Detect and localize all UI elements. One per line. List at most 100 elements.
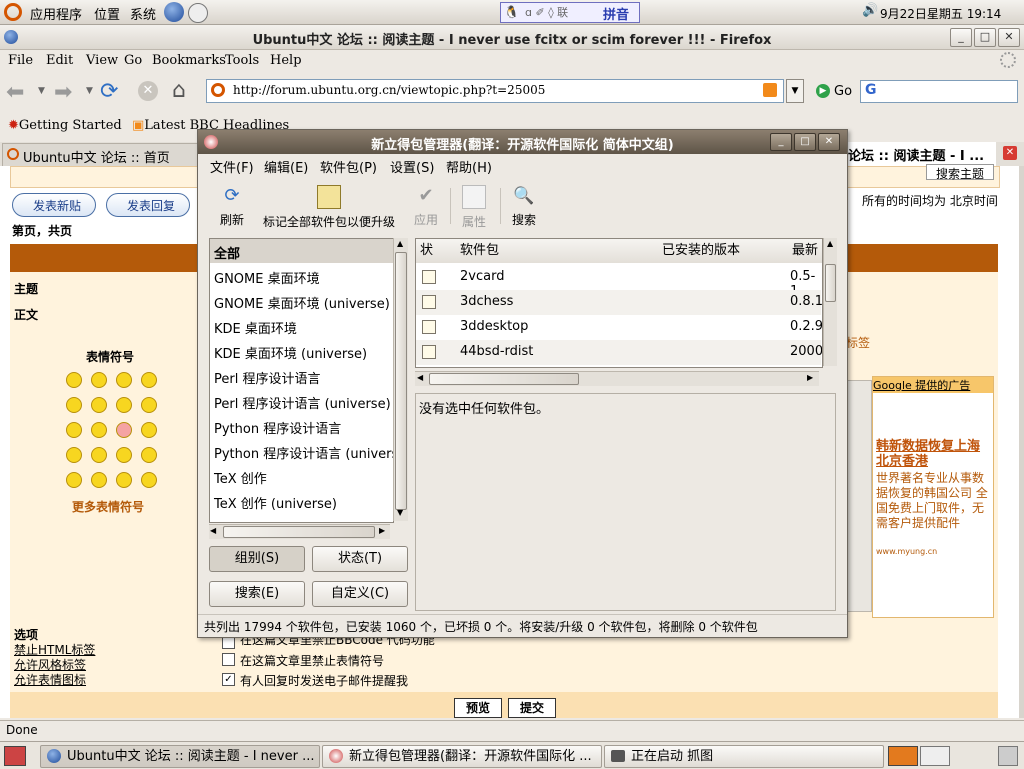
custom-filter-button[interactable]: 自定义(C) — [312, 581, 408, 607]
synaptic-menu-file[interactable]: 文件(F) — [210, 157, 254, 176]
back-arrow-icon[interactable]: ⬅ — [6, 80, 24, 105]
back-dropdown-icon[interactable]: ▼ — [38, 86, 45, 96]
screenshot-launcher-icon[interactable] — [188, 3, 208, 23]
menu-tools[interactable]: Tools — [225, 53, 259, 68]
properties-button[interactable]: 属性 — [454, 185, 494, 230]
clock[interactable]: 9月22日星期五 19:14 — [880, 5, 1001, 22]
smile-icon[interactable] — [91, 397, 107, 413]
package-row[interactable]: 2vcard 0.5-1 — [416, 265, 821, 299]
package-row[interactable]: 3dchess 0.8.1- — [416, 290, 822, 315]
task-screenshot[interactable]: 正在启动 抓图 — [604, 745, 884, 768]
smile-icon[interactable] — [141, 422, 157, 438]
category-item[interactable]: TeX 创作 — [214, 468, 267, 487]
menu-file[interactable]: File — [8, 53, 33, 68]
close-tab-icon[interactable]: ✕ — [1003, 146, 1017, 160]
search-topic-button[interactable]: 搜索主题 — [926, 164, 994, 181]
ad-url[interactable]: www.myung.cn — [876, 547, 937, 556]
search-box[interactable]: G — [860, 80, 1018, 103]
bookmark-getting-started[interactable]: ✹Getting Started — [8, 118, 122, 133]
column-installed-header[interactable]: 已安装的版本 — [658, 239, 789, 263]
scroll-up-arrow-icon[interactable]: ▲ — [827, 239, 833, 248]
package-row[interactable]: 44bsd-rdist 20001 — [416, 340, 822, 365]
ubuntu-logo-icon[interactable] — [4, 3, 22, 21]
ad-header[interactable]: Google 提供的广告 — [873, 377, 993, 393]
mark-all-upgrades-button[interactable]: 标记全部软件包以便升级 — [254, 185, 404, 230]
smile-icon[interactable] — [116, 447, 132, 463]
go-button[interactable]: Go — [834, 84, 852, 99]
column-package-header[interactable]: 软件包 — [456, 239, 659, 263]
smile-icon[interactable] — [66, 472, 82, 488]
scroll-down-arrow-icon[interactable]: ▼ — [397, 508, 403, 517]
package-status-icon[interactable] — [422, 320, 436, 334]
package-row[interactable]: 3ddesktop 0.2.9 — [416, 315, 822, 340]
new-topic-button[interactable]: 发表新贴 — [12, 193, 96, 217]
menu-view[interactable]: View — [86, 53, 118, 68]
synaptic-maximize-button[interactable]: □ — [794, 133, 816, 151]
submit-button[interactable]: 提交 — [508, 698, 556, 718]
close-button[interactable]: ✕ — [998, 28, 1020, 47]
scroll-left-arrow-icon[interactable]: ◀ — [417, 373, 423, 382]
volume-icon[interactable]: 🔊 — [862, 3, 878, 18]
synaptic-menu-edit[interactable]: 编辑(E) — [264, 157, 308, 176]
minimize-button[interactable]: _ — [950, 28, 972, 47]
category-item[interactable]: GNOME 桌面环境 (universe) — [214, 293, 390, 312]
reload-icon[interactable]: ⟳ — [100, 79, 118, 104]
smile-icon[interactable] — [141, 397, 157, 413]
option-smilies[interactable]: 允许表情图标 — [14, 671, 86, 688]
firefox-launcher-icon[interactable] — [164, 2, 184, 22]
reply-button[interactable]: 发表回复 — [106, 193, 190, 217]
workspace-switcher-2[interactable] — [920, 746, 950, 766]
smile-icon[interactable] — [91, 447, 107, 463]
column-status-header[interactable]: 状 — [416, 239, 457, 263]
package-status-icon[interactable] — [422, 270, 436, 284]
category-item[interactable]: Python 程序设计语言 — [214, 418, 341, 437]
ime-indicator[interactable]: 🐧 ɑ ✐ ◊ 联 拼音 — [500, 2, 640, 23]
synaptic-menu-help[interactable]: 帮助(H) — [446, 157, 492, 176]
smile-icon[interactable] — [91, 372, 107, 388]
go-arrow-icon[interactable]: ▶ — [816, 84, 830, 98]
search-results-button[interactable]: 搜索(E) — [209, 581, 305, 607]
smile-icon[interactable] — [116, 397, 132, 413]
synaptic-menu-settings[interactable]: 设置(S) — [390, 157, 434, 176]
stop-icon[interactable]: ✕ — [138, 81, 158, 101]
category-item[interactable]: KDE 桌面环境 — [214, 318, 297, 337]
smile-icon[interactable] — [141, 472, 157, 488]
url-dropdown-icon[interactable]: ▼ — [786, 79, 804, 103]
scroll-right-arrow-icon[interactable]: ▶ — [807, 373, 813, 382]
category-item[interactable]: Perl 程序设计语言 (universe) — [214, 393, 391, 412]
applications-menu[interactable]: 应用程序 — [30, 4, 82, 23]
menu-edit[interactable]: Edit — [46, 53, 73, 68]
trash-icon[interactable] — [998, 746, 1018, 766]
system-menu[interactable]: 系统 — [130, 4, 156, 23]
refresh-button[interactable]: ⟳ 刷新 — [212, 185, 252, 228]
scroll-right-arrow-icon[interactable]: ▶ — [379, 526, 385, 535]
more-smilies-link[interactable]: 更多表情符号 — [72, 498, 144, 515]
forward-arrow-icon[interactable]: ➡ — [54, 80, 72, 105]
column-latest-header[interactable]: 最新 — [788, 239, 822, 263]
rss-feed-icon[interactable] — [763, 83, 777, 97]
preview-button[interactable]: 预览 — [454, 698, 502, 718]
smile-icon[interactable] — [141, 447, 157, 463]
smile-icon[interactable] — [116, 372, 132, 388]
scroll-up-arrow-icon[interactable]: ▲ — [397, 239, 403, 248]
category-item[interactable]: Python 程序设计语言 (universe) — [214, 443, 393, 462]
menu-go[interactable]: Go — [124, 53, 142, 68]
package-status-icon[interactable] — [422, 295, 436, 309]
package-hscrollbar[interactable]: ◀ ▶ — [415, 371, 819, 386]
search-engine-logo[interactable]: G — [865, 82, 877, 98]
category-item[interactable]: GNOME 桌面环境 — [214, 268, 320, 287]
synaptic-menu-package[interactable]: 软件包(P) — [320, 157, 377, 176]
smile-icon[interactable] — [66, 447, 82, 463]
home-icon[interactable]: ⌂ — [172, 78, 186, 103]
package-scrollbar[interactable]: ▲ — [823, 238, 837, 366]
category-item[interactable]: KDE 桌面环境 (universe) — [214, 343, 367, 362]
status-filter-button[interactable]: 状态(T) — [312, 546, 408, 572]
page-scrollbar[interactable] — [1019, 166, 1024, 718]
scroll-left-arrow-icon[interactable]: ◀ — [210, 526, 216, 535]
scroll-thumb[interactable] — [825, 264, 836, 302]
smile-icon[interactable] — [141, 372, 157, 388]
menu-help[interactable]: Help — [270, 53, 302, 68]
smile-icon[interactable] — [116, 422, 132, 438]
smile-icon[interactable] — [91, 422, 107, 438]
smile-icon[interactable] — [66, 397, 82, 413]
